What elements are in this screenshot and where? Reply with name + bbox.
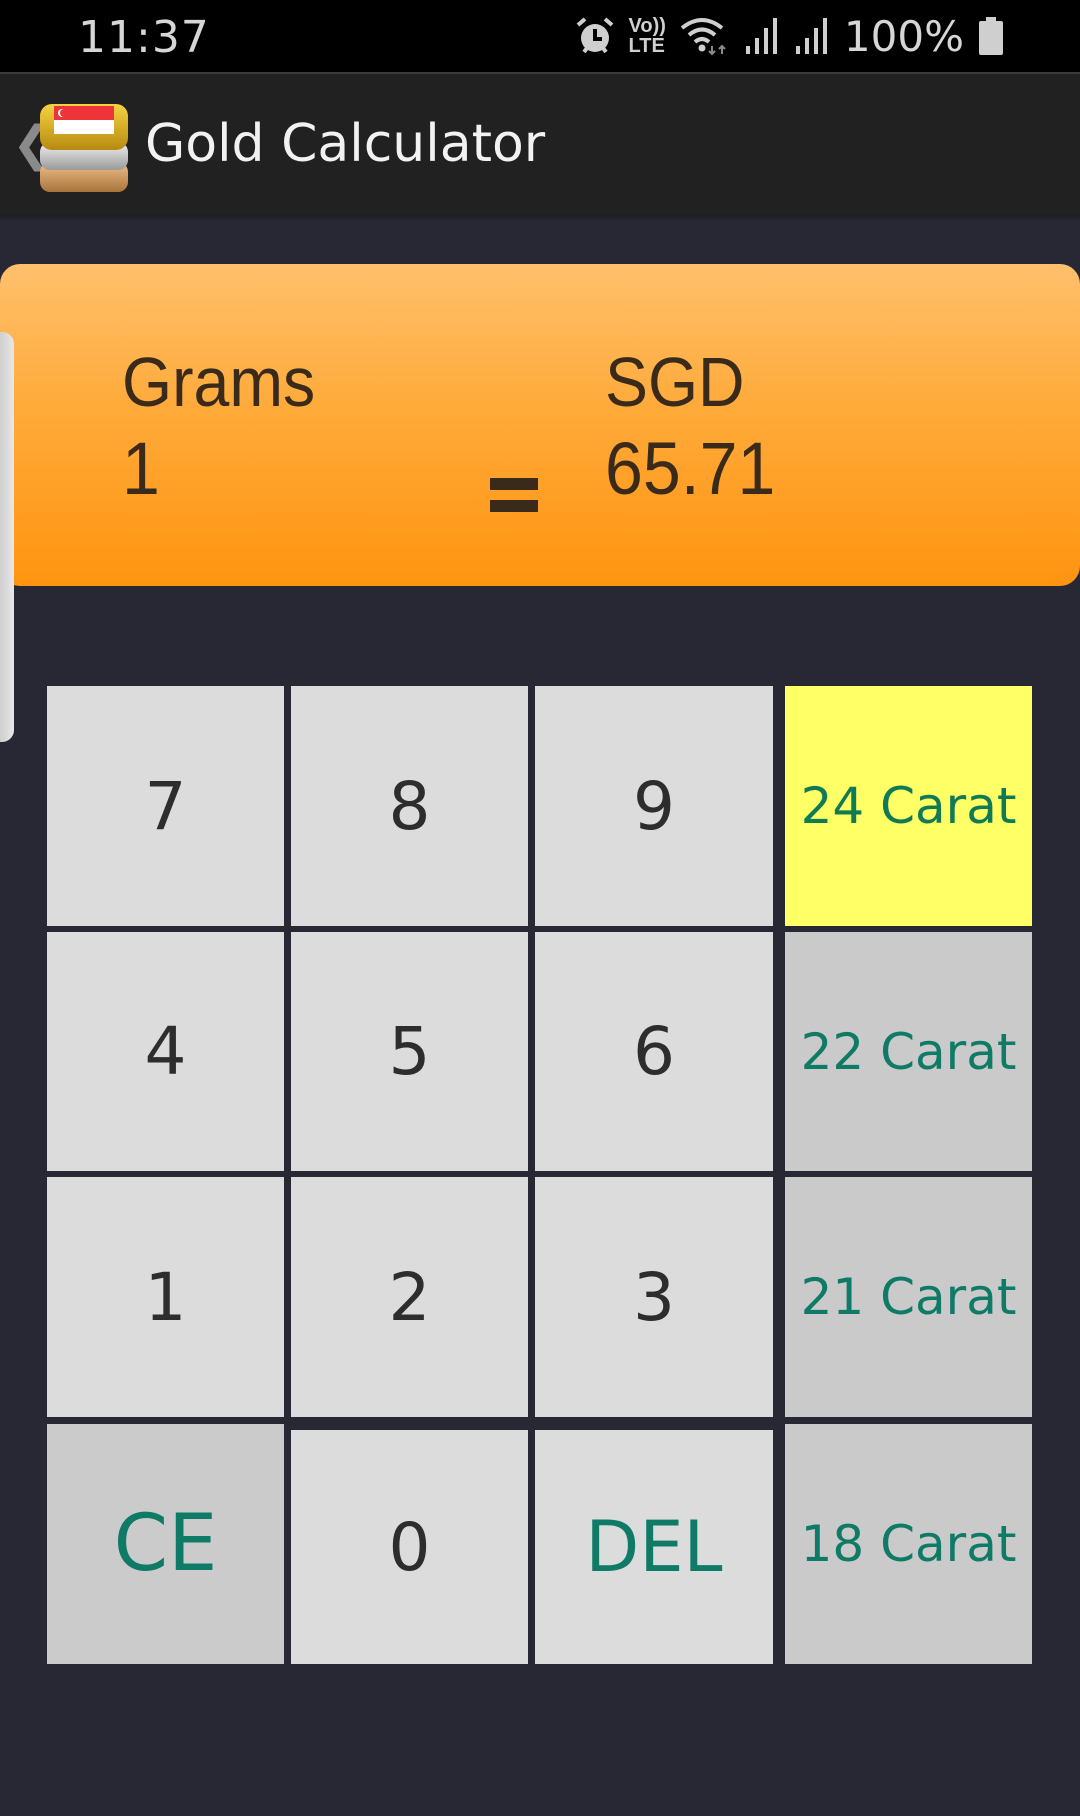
signal-icon [745, 18, 777, 54]
key-6[interactable]: 6 [535, 932, 773, 1171]
grams-value: 1 [122, 427, 160, 510]
carat-18-button[interactable]: 18 Carat [785, 1424, 1032, 1664]
key-8[interactable]: 8 [291, 686, 528, 926]
carat-22-button[interactable]: 22 Carat [785, 932, 1032, 1171]
key-2[interactable]: 2 [291, 1177, 528, 1417]
alarm-icon [576, 17, 613, 54]
key-5[interactable]: 5 [291, 932, 528, 1171]
side-drawer-handle[interactable] [0, 332, 14, 742]
clear-entry-button[interactable]: CE [47, 1424, 284, 1664]
key-3[interactable]: 3 [535, 1177, 773, 1417]
carat-21-button[interactable]: 21 Carat [785, 1177, 1032, 1417]
app-logo-icon[interactable] [38, 100, 130, 194]
battery-icon [979, 17, 1003, 55]
equals-sign [490, 478, 538, 512]
key-4[interactable]: 4 [47, 932, 284, 1171]
app-bar: ❮ Gold Calculator [0, 72, 1080, 214]
from-unit-label: Grams [122, 343, 316, 421]
volte-icon: Vo)) LTE [629, 16, 666, 56]
key-9[interactable]: 9 [535, 686, 773, 926]
app-title: Gold Calculator [145, 114, 546, 174]
battery-percent: 100% [843, 11, 964, 61]
wifi-icon [680, 18, 726, 56]
status-icons: Vo)) LTE 100% [575, 11, 1004, 61]
volte-bottom: LTE [628, 35, 665, 57]
key-0[interactable]: 0 [291, 1430, 528, 1664]
key-1[interactable]: 1 [47, 1177, 284, 1417]
conversion-result-panel: Grams 1 SGD 65.71 [0, 264, 1080, 586]
signal-icon [795, 18, 827, 54]
app-bar-shadow [0, 214, 1080, 222]
volte-top: Vo)) [628, 15, 666, 37]
status-time: 11:37 [78, 12, 210, 63]
key-7[interactable]: 7 [47, 686, 284, 926]
status-bar: 11:37 Vo)) LTE 100% [0, 0, 1080, 72]
converted-value: 65.71 [605, 427, 776, 510]
delete-button[interactable]: DEL [535, 1430, 773, 1664]
carat-24-button[interactable]: 24 Carat [785, 686, 1032, 926]
to-unit-label: SGD [605, 343, 745, 421]
